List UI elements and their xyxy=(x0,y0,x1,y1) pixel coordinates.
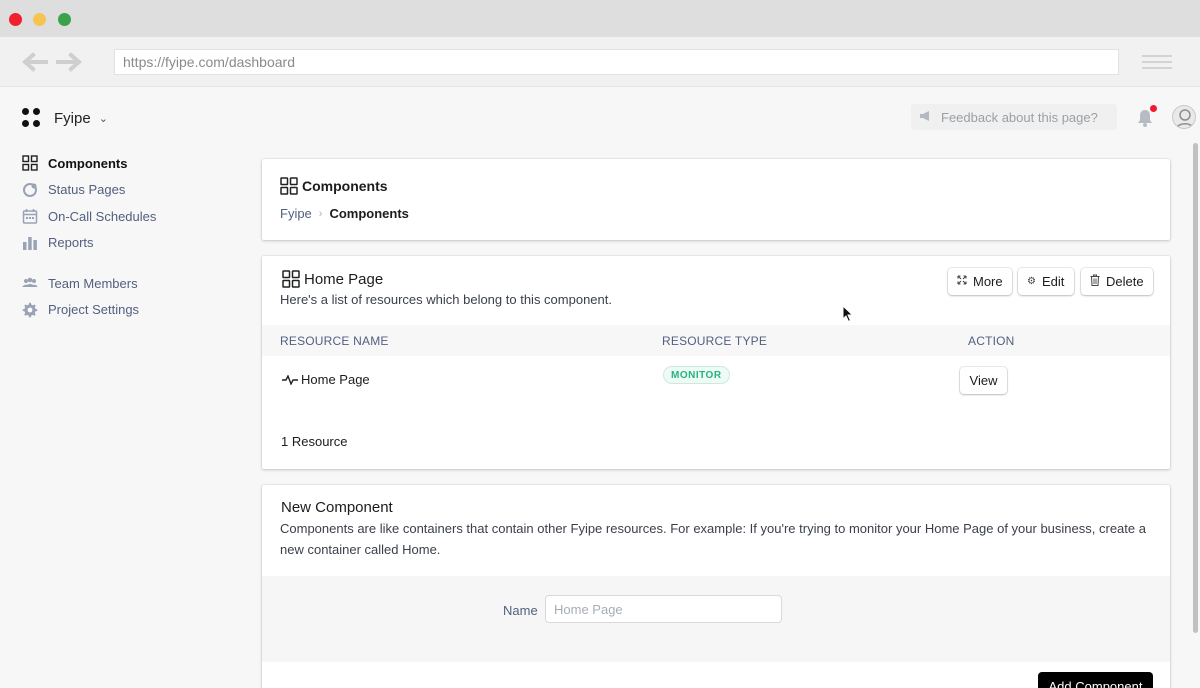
add-component-button[interactable]: Add Component xyxy=(1038,672,1153,688)
new-component-description: Components are like containers that cont… xyxy=(280,521,1146,557)
browser-toolbar: https://fyipe.com/dashboard xyxy=(0,37,1200,87)
feedback-placeholder: Feedback about this page? xyxy=(941,109,1098,125)
calendar-icon xyxy=(22,208,38,224)
chevron-down-icon: ⌄ xyxy=(98,112,108,125)
column-header-action: ACTION xyxy=(968,334,1015,348)
delete-button[interactable]: Delete xyxy=(1081,268,1153,295)
sidebar-item-project-settings[interactable]: Project Settings xyxy=(22,297,242,324)
back-arrow-icon[interactable] xyxy=(20,52,48,72)
page-title-text: Components xyxy=(302,178,388,194)
address-bar[interactable]: https://fyipe.com/dashboard xyxy=(114,49,1119,75)
status-icon xyxy=(22,182,38,198)
minimize-window-button[interactable] xyxy=(33,13,46,26)
browser-menu-icon[interactable] xyxy=(1142,55,1172,69)
project-name: Fyipe xyxy=(54,109,91,127)
maximize-window-button[interactable] xyxy=(58,13,71,26)
new-component-title: New Component xyxy=(281,499,393,516)
close-window-button[interactable] xyxy=(9,13,22,26)
sidebar-item-label: Status Pages xyxy=(48,182,126,198)
sidebar-item-label: Reports xyxy=(48,235,94,251)
browser-titlebar xyxy=(0,0,1200,37)
sidebar-item-label: Team Members xyxy=(48,275,138,291)
component-card: Home Page Here's a list of resources whi… xyxy=(262,256,1170,469)
sidebar-item-label: Project Settings xyxy=(48,302,140,318)
sidebar-item-label: Components xyxy=(48,155,128,171)
column-header-resource-name: RESOURCE NAME xyxy=(280,334,389,348)
grid-icon xyxy=(280,177,298,195)
expand-icon xyxy=(957,275,967,288)
notification-badge xyxy=(1150,105,1157,112)
delete-button-label: Delete xyxy=(1106,274,1144,289)
team-icon xyxy=(22,275,38,291)
edit-button[interactable]: ⚙ Edit xyxy=(1018,268,1074,295)
chevron-right-icon: › xyxy=(318,207,323,220)
gear-icon: ⚙ xyxy=(1027,276,1036,287)
feedback-input[interactable]: Feedback about this page? xyxy=(911,104,1117,130)
resource-count: 1 Resource xyxy=(281,434,348,449)
sidebar-item-reports[interactable]: Reports xyxy=(22,230,242,257)
new-component-form: Name xyxy=(262,576,1170,662)
edit-button-label: Edit xyxy=(1041,274,1065,289)
component-description: Here's a list of resources which belong … xyxy=(280,292,612,307)
gear-icon xyxy=(22,302,38,318)
view-button[interactable]: View xyxy=(960,367,1007,394)
grid-icon xyxy=(282,270,300,288)
page-title: Components xyxy=(280,177,388,195)
page-scrollbar[interactable] xyxy=(1193,143,1198,633)
project-logo-icon xyxy=(22,108,42,128)
component-title-text: Home Page xyxy=(304,270,384,288)
resource-name: Home Page xyxy=(282,372,370,387)
more-button[interactable]: More xyxy=(948,268,1012,295)
name-label: Name xyxy=(503,603,538,618)
sidebar-item-components[interactable]: Components xyxy=(22,150,242,177)
grid-icon xyxy=(22,155,38,171)
column-header-resource-type: RESOURCE TYPE xyxy=(662,334,768,348)
breadcrumb-item-current: Components xyxy=(329,206,409,221)
name-input[interactable] xyxy=(545,595,782,623)
sidebar: Components Status Pages On-Call Schedule… xyxy=(22,150,242,323)
resource-type-badge: MONITOR xyxy=(663,366,730,384)
pulse-icon xyxy=(282,374,298,385)
sidebar-item-on-call-schedules[interactable]: On-Call Schedules xyxy=(22,203,242,230)
sidebar-item-label: On-Call Schedules xyxy=(48,208,157,224)
bar-chart-icon xyxy=(22,235,38,251)
sidebar-item-team-members[interactable]: Team Members xyxy=(22,270,242,297)
component-title: Home Page xyxy=(282,270,383,288)
table-row[interactable]: Home Page MONITOR View xyxy=(262,356,1170,408)
more-button-label: More xyxy=(973,274,1003,289)
sidebar-divider xyxy=(22,256,242,270)
forward-arrow-icon[interactable] xyxy=(56,52,84,72)
table-header: RESOURCE NAME RESOURCE TYPE ACTION xyxy=(262,325,1170,356)
trash-icon xyxy=(1090,274,1100,289)
resource-name-text: Home Page xyxy=(301,372,370,387)
notifications-bell-icon[interactable] xyxy=(1136,105,1157,128)
mouse-cursor-icon xyxy=(842,305,854,323)
new-component-card: New Component Components are like contai… xyxy=(262,485,1170,688)
project-switcher[interactable]: Fyipe ⌄ xyxy=(22,108,108,128)
user-avatar[interactable] xyxy=(1172,105,1196,129)
breadcrumb-item-project[interactable]: Fyipe xyxy=(280,206,312,221)
page-header-card: Components Fyipe › Components xyxy=(262,159,1170,240)
megaphone-icon xyxy=(919,110,933,125)
breadcrumb: Fyipe › Components xyxy=(280,206,409,221)
sidebar-item-status-pages[interactable]: Status Pages xyxy=(22,177,242,204)
